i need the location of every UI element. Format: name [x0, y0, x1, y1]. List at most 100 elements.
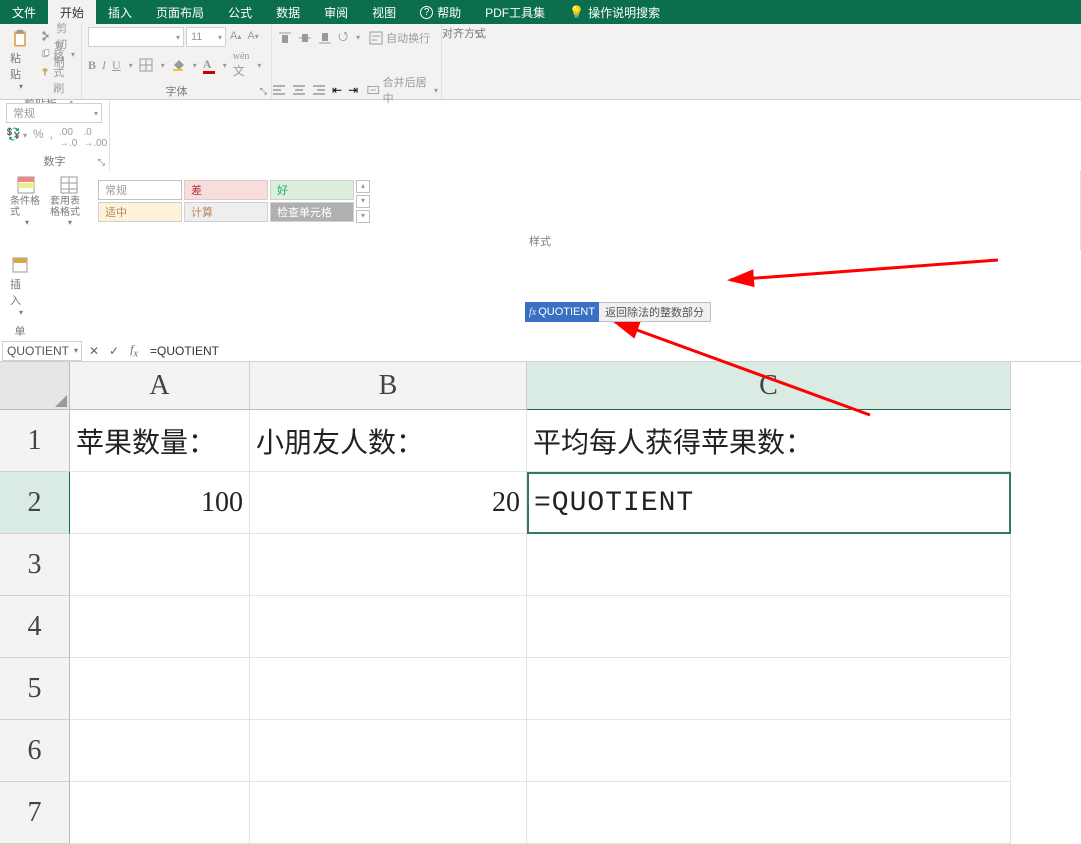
col-header-A[interactable]: A [70, 362, 250, 410]
style-bad[interactable]: 差 [184, 180, 268, 200]
style-check[interactable]: 检查单元格 [270, 202, 354, 222]
align-launcher[interactable]: ⤡ [475, 29, 482, 40]
row-header-3[interactable]: 3 [0, 534, 70, 596]
formula-autocomplete[interactable]: fxQUOTIENT 返回除法的整数部分 [525, 302, 711, 322]
tab-tell-me[interactable]: 💡操作说明搜索 [557, 0, 672, 24]
decrease-decimal-button[interactable]: .0→.00 [83, 127, 107, 149]
cell-C2[interactable]: =QUOTIENT [527, 472, 1011, 534]
align-center-button[interactable] [292, 83, 306, 97]
tab-formulas[interactable]: 公式 [216, 0, 264, 24]
cell-B5[interactable] [250, 658, 527, 720]
border-icon [139, 58, 153, 72]
row-header-7[interactable]: 7 [0, 782, 70, 844]
increase-indent-button[interactable]: ⇥ [348, 83, 358, 97]
align-left-button[interactable] [272, 83, 286, 97]
cell-B7[interactable] [250, 782, 527, 844]
select-all-corner[interactable] [0, 362, 70, 410]
tab-data[interactable]: 数据 [264, 0, 312, 24]
style-neutral[interactable]: 适中 [98, 202, 182, 222]
row-header-6[interactable]: 6 [0, 720, 70, 782]
decrease-indent-button[interactable]: ⇤ [332, 83, 342, 97]
styles-more-down[interactable]: ▾ [356, 195, 370, 208]
row-header-1[interactable]: 1 [0, 410, 70, 472]
orientation-button[interactable]: ⭯ [338, 27, 348, 48]
merge-center-button[interactable]: 合并后居中▾ [364, 81, 441, 99]
number-format-select[interactable]: 常规▾ [6, 103, 102, 123]
format-as-table-button[interactable]: 套用表格格式▾ [46, 173, 92, 229]
cell-C3[interactable] [527, 534, 1011, 596]
row-header-5[interactable]: 5 [0, 658, 70, 720]
tab-file[interactable]: 文件 [0, 0, 48, 24]
border-button[interactable] [139, 58, 153, 72]
conditional-formatting-button[interactable]: 条件格式▾ [6, 173, 46, 229]
align-top-button[interactable] [278, 31, 292, 45]
cell-A6[interactable] [70, 720, 250, 782]
cell-A7[interactable] [70, 782, 250, 844]
cell-B1[interactable]: 小朋友人数： [250, 410, 527, 472]
cell-C4[interactable] [527, 596, 1011, 658]
increase-decimal-button[interactable]: .00→.0 [59, 127, 77, 149]
decrease-font-button[interactable]: A▾ [245, 27, 260, 45]
increase-font-button[interactable]: A▴ [228, 27, 243, 45]
align-middle-button[interactable] [298, 31, 312, 45]
paste-button[interactable]: 粘贴▾ [6, 27, 34, 93]
col-header-C[interactable]: C [527, 362, 1011, 410]
accounting-format-button[interactable]: 💱▾ [6, 127, 27, 149]
cancel-formula-button[interactable]: ✕ [84, 341, 104, 361]
insert-cells-button[interactable]: 插入▾ [6, 253, 34, 319]
underline-button[interactable]: U [112, 58, 121, 73]
font-color-button[interactable]: A [203, 57, 215, 74]
comma-format-button[interactable]: , [50, 127, 53, 149]
wrap-icon [369, 31, 383, 45]
enter-formula-button[interactable]: ✓ [104, 341, 124, 361]
cell-C7[interactable] [527, 782, 1011, 844]
font-launcher[interactable]: ⤡ [260, 86, 267, 97]
cond-format-icon [16, 175, 36, 195]
row-header-2[interactable]: 2 [0, 472, 70, 534]
tab-pdf-tools[interactable]: PDF工具集 [473, 0, 557, 24]
clipboard-icon [10, 29, 30, 49]
tab-review[interactable]: 审阅 [312, 0, 360, 24]
insert-function-button[interactable]: fx [124, 341, 144, 361]
styles-more-button[interactable]: ▾ [356, 210, 370, 223]
tab-insert[interactable]: 插入 [96, 0, 144, 24]
cell-A1[interactable]: 苹果数量： [70, 410, 250, 472]
font-name-select[interactable]: ▾ [88, 27, 184, 47]
align-bottom-button[interactable] [318, 31, 332, 45]
font-size-select[interactable]: 11▾ [186, 27, 226, 47]
phonetic-guide-button[interactable]: wén文 [233, 51, 250, 79]
cell-A4[interactable] [70, 596, 250, 658]
style-calc[interactable]: 计算 [184, 202, 268, 222]
cell-A5[interactable] [70, 658, 250, 720]
cell-A3[interactable] [70, 534, 250, 596]
cell-B2[interactable]: 20 [250, 472, 527, 534]
formula-input[interactable]: =QUOTIENT [144, 344, 1081, 358]
styles-more-up[interactable]: ▴ [356, 180, 370, 193]
spreadsheet-grid: A B C 1 2 3 4 5 6 7 苹果数量： 小朋友人数： 平均每人获得苹… [0, 362, 1081, 825]
ribbon: 粘贴▾ 剪切 复制▾ 格式刷 剪贴板⤡ ▾ 11▾ A▴ A▾ B I U▾ ▾ [0, 24, 1081, 100]
percent-format-button[interactable]: % [33, 127, 44, 149]
col-header-B[interactable]: B [250, 362, 527, 410]
name-box[interactable]: QUOTIENT▾ [2, 341, 82, 361]
cell-B4[interactable] [250, 596, 527, 658]
align-right-button[interactable] [312, 83, 326, 97]
cell-C6[interactable] [527, 720, 1011, 782]
style-normal[interactable]: 常规 [98, 180, 182, 200]
fill-color-button[interactable] [171, 58, 185, 72]
ribbon-tab-bar: 文件 开始 插入 页面布局 公式 数据 审阅 视图 ?帮助 PDF工具集 💡操作… [0, 0, 1081, 24]
style-good[interactable]: 好 [270, 180, 354, 200]
tab-page-layout[interactable]: 页面布局 [144, 0, 216, 24]
format-painter-button[interactable]: 格式刷 [38, 63, 78, 81]
tab-help[interactable]: ?帮助 [408, 0, 473, 24]
cell-C5[interactable] [527, 658, 1011, 720]
tab-view[interactable]: 视图 [360, 0, 408, 24]
row-header-4[interactable]: 4 [0, 596, 70, 658]
cell-B6[interactable] [250, 720, 527, 782]
bold-button[interactable]: B [88, 58, 96, 73]
italic-button[interactable]: I [102, 58, 106, 73]
cell-A2[interactable]: 100 [70, 472, 250, 534]
cell-C1[interactable]: 平均每人获得苹果数： [527, 410, 1011, 472]
number-launcher[interactable]: ⤡ [98, 157, 105, 168]
cell-B3[interactable] [250, 534, 527, 596]
wrap-text-button[interactable]: 自动换行 [366, 29, 433, 47]
